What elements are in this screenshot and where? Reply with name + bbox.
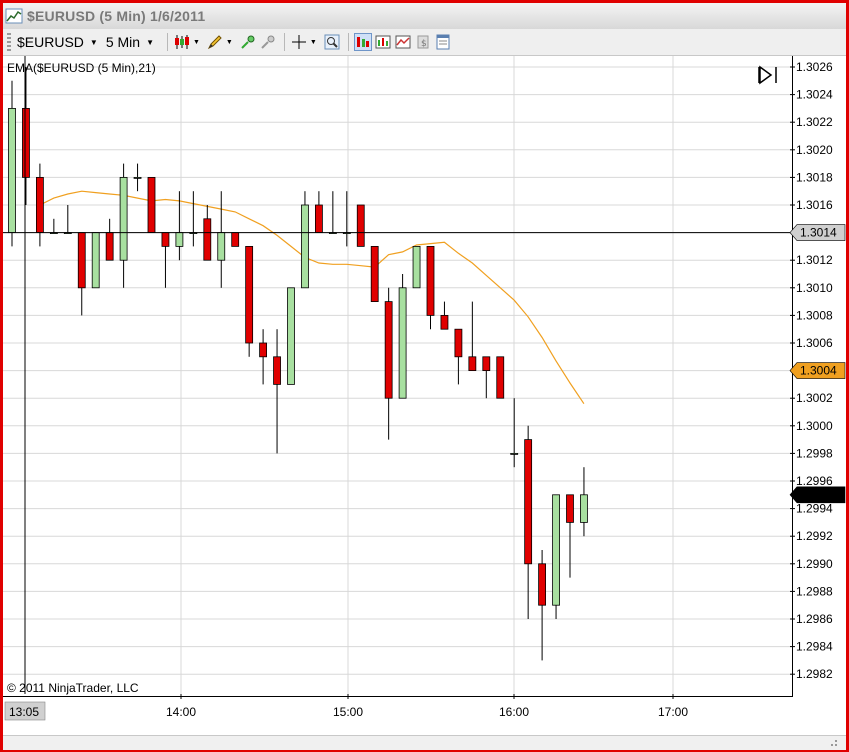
candle-down: [36, 176, 44, 233]
y-tick-label: 1.2988: [796, 584, 833, 598]
candle-down: [259, 342, 268, 358]
y-tick-label: 1.2990: [796, 557, 833, 571]
y-tick-label: 1.3010: [796, 281, 833, 295]
candle-down: [538, 563, 546, 606]
candle-up: [287, 287, 295, 385]
candle-down: [566, 494, 574, 523]
ema-price-label: 1.3004: [800, 364, 837, 378]
x-tick-label: 17:00: [658, 705, 688, 719]
horizontal-scrollbar[interactable]: [3, 735, 846, 750]
candle-down: [77, 232, 86, 289]
candle-up: [510, 452, 519, 455]
y-tick-label: 1.3006: [796, 336, 833, 350]
candle-down: [384, 301, 393, 399]
candle-up: [91, 232, 100, 289]
candle-up: [175, 232, 184, 247]
candle-down: [273, 356, 281, 385]
y-tick-label: 1.3018: [796, 170, 833, 184]
y-tick-label: 1.2984: [796, 640, 833, 654]
y-tick-label: 1.3020: [796, 143, 833, 157]
candle-down: [147, 176, 156, 233]
y-tick-label: 1.2998: [796, 446, 833, 460]
candle-down: [440, 314, 449, 330]
y-tick-label: 1.3008: [796, 308, 833, 322]
candle-down: [105, 232, 114, 261]
y-tick-label: 1.3000: [796, 419, 833, 433]
candle-up: [398, 287, 407, 399]
last-price-label: 1.2995: [800, 488, 837, 502]
indicator-label: EMA($EURUSD (5 Min),21): [7, 61, 156, 75]
copyright-notice: © 2011 NinjaTrader, LLC: [7, 681, 139, 695]
y-tick-label: 1.2996: [796, 474, 833, 488]
y-tick-label: 1.3022: [796, 115, 833, 129]
candle-down: [161, 232, 170, 247]
chart-window: $EURUSD (5 Min) 1/6/2011 $EURUSD ▼ 5 Min…: [0, 0, 849, 752]
candle-down: [454, 328, 463, 358]
candle-down: [356, 204, 365, 247]
candle-down: [245, 245, 254, 344]
candle-down: [496, 356, 505, 399]
x-tick-label: 15:00: [333, 705, 363, 719]
y-tick-label: 1.3012: [796, 253, 833, 267]
candle-up: [301, 204, 309, 289]
candle-down: [524, 439, 533, 565]
y-tick-label: 1.2992: [796, 529, 833, 543]
candle-up: [119, 176, 128, 261]
candle-up: [217, 232, 226, 261]
x-tick-label: 14:00: [166, 705, 196, 719]
candle-up: [552, 494, 560, 606]
candle-up: [8, 108, 16, 233]
candlestick-chart: 1.3026 1.3024 1.3022 1.3020 1.3018 1.3016 1.30…: [3, 56, 846, 721]
candle-down: [482, 356, 491, 371]
candle-up: [412, 245, 421, 289]
y-tick-label: 1.2986: [796, 612, 833, 626]
candle-down: [22, 108, 30, 178]
candle-down: [426, 245, 435, 316]
y-tick-label: 1.3002: [796, 391, 833, 405]
resize-grip-icon[interactable]: [826, 737, 838, 747]
x-tick-label: 16:00: [499, 705, 529, 719]
y-tick-label: 1.2994: [796, 502, 833, 516]
candle-up: [580, 494, 588, 523]
crosshair-time-label: 13:05: [9, 705, 39, 719]
y-tick-label: 1.3024: [796, 88, 833, 102]
candle-up: [133, 176, 142, 179]
y-tick-label: 1.3016: [796, 198, 833, 212]
candle-down: [370, 245, 379, 302]
candle-down: [314, 204, 323, 234]
y-tick-label: 1.3026: [796, 60, 833, 74]
candle-down: [231, 232, 240, 247]
candle-down: [468, 356, 477, 371]
collapse-panel-icon[interactable]: [757, 64, 779, 86]
crosshair-price-label: 1.3014: [800, 226, 837, 240]
y-tick-label: 1.2982: [796, 667, 833, 681]
candle-down: [203, 218, 212, 261]
